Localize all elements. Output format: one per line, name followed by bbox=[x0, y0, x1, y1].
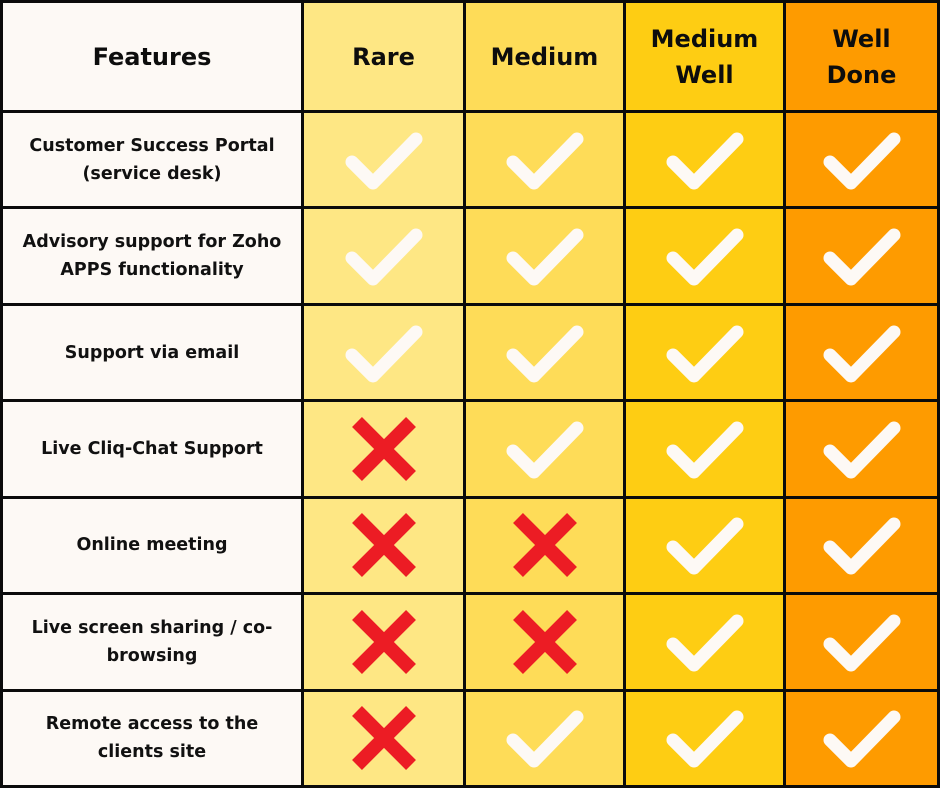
check-icon bbox=[823, 614, 900, 672]
feature-name: Remote access to the clients site bbox=[0, 688, 304, 788]
check-icon bbox=[823, 228, 900, 286]
cell-rare bbox=[301, 302, 466, 403]
check-icon bbox=[506, 132, 583, 190]
feature-name: Support via email bbox=[0, 302, 304, 403]
feature-name: Customer Success Portal (service desk) bbox=[0, 109, 304, 210]
cell-medium bbox=[463, 302, 626, 403]
cell-well-done bbox=[783, 109, 940, 210]
check-icon bbox=[506, 228, 583, 286]
feature-name: Advisory support for Zoho APPS functiona… bbox=[0, 206, 304, 306]
check-icon bbox=[823, 132, 900, 190]
check-icon bbox=[666, 228, 743, 286]
check-icon bbox=[666, 517, 743, 575]
cell-rare bbox=[301, 206, 466, 306]
check-icon bbox=[666, 132, 743, 190]
cell-medium-well bbox=[623, 302, 786, 403]
cell-medium bbox=[463, 688, 626, 788]
cell-rare bbox=[301, 399, 466, 499]
cell-rare bbox=[301, 109, 466, 210]
table-row: Advisory support for Zoho APPS functiona… bbox=[0, 206, 940, 306]
cell-medium bbox=[463, 495, 626, 596]
header-well-done-label: Well Done bbox=[826, 24, 897, 89]
header-well-done: Well Done bbox=[783, 0, 940, 113]
header-medium-well: Medium Well bbox=[623, 0, 786, 113]
cell-medium bbox=[463, 109, 626, 210]
cell-medium bbox=[463, 592, 626, 692]
cross-icon bbox=[351, 609, 416, 674]
cell-well-done bbox=[783, 302, 940, 403]
table-row: Support via email bbox=[0, 302, 940, 403]
check-icon bbox=[506, 710, 583, 768]
check-icon bbox=[666, 710, 743, 768]
cell-medium-well bbox=[623, 206, 786, 306]
check-icon bbox=[823, 710, 900, 768]
cell-medium bbox=[463, 206, 626, 306]
check-icon bbox=[506, 421, 583, 479]
table-row: Customer Success Portal (service desk) bbox=[0, 109, 940, 210]
check-icon bbox=[823, 517, 900, 575]
cross-icon bbox=[351, 706, 416, 771]
cross-icon bbox=[512, 513, 577, 578]
check-icon bbox=[823, 421, 900, 479]
feature-name: Live Cliq-Chat Support bbox=[0, 399, 304, 499]
feature-name: Live screen sharing / co-browsing bbox=[0, 592, 304, 692]
header-rare: Rare bbox=[301, 0, 466, 113]
table-row: Live screen sharing / co-browsing bbox=[0, 592, 940, 692]
cell-rare bbox=[301, 688, 466, 788]
cell-well-done bbox=[783, 206, 940, 306]
check-icon bbox=[823, 325, 900, 383]
table-body: Customer Success Portal (service desk) Ad… bbox=[0, 109, 940, 788]
cell-rare bbox=[301, 592, 466, 692]
check-icon bbox=[345, 228, 422, 286]
feature-comparison-table: Features Rare Medium Medium Well Well Do… bbox=[0, 0, 940, 788]
header-medium-well-label: Medium Well bbox=[650, 24, 759, 89]
check-icon bbox=[345, 325, 422, 383]
cross-icon bbox=[512, 609, 577, 674]
cross-icon bbox=[351, 417, 416, 481]
cell-medium-well bbox=[623, 592, 786, 692]
feature-name: Online meeting bbox=[0, 495, 304, 596]
cell-medium-well bbox=[623, 495, 786, 596]
check-icon bbox=[666, 421, 743, 479]
cell-rare bbox=[301, 495, 466, 596]
table-row: Live Cliq-Chat Support bbox=[0, 399, 940, 499]
table-row: Online meeting bbox=[0, 495, 940, 596]
check-icon bbox=[345, 132, 422, 190]
cell-well-done bbox=[783, 495, 940, 596]
header-row: Features Rare Medium Medium Well Well Do… bbox=[0, 0, 940, 113]
cell-well-done bbox=[783, 688, 940, 788]
cell-well-done bbox=[783, 399, 940, 499]
header-medium: Medium bbox=[463, 0, 626, 113]
header-features: Features bbox=[0, 0, 304, 113]
cell-medium-well bbox=[623, 109, 786, 210]
check-icon bbox=[506, 325, 583, 383]
cell-medium-well bbox=[623, 399, 786, 499]
cross-icon bbox=[351, 513, 416, 578]
check-icon bbox=[666, 325, 743, 383]
check-icon bbox=[666, 614, 743, 672]
cell-medium-well bbox=[623, 688, 786, 788]
cell-medium bbox=[463, 399, 626, 499]
table-row: Remote access to the clients site bbox=[0, 688, 940, 788]
cell-well-done bbox=[783, 592, 940, 692]
